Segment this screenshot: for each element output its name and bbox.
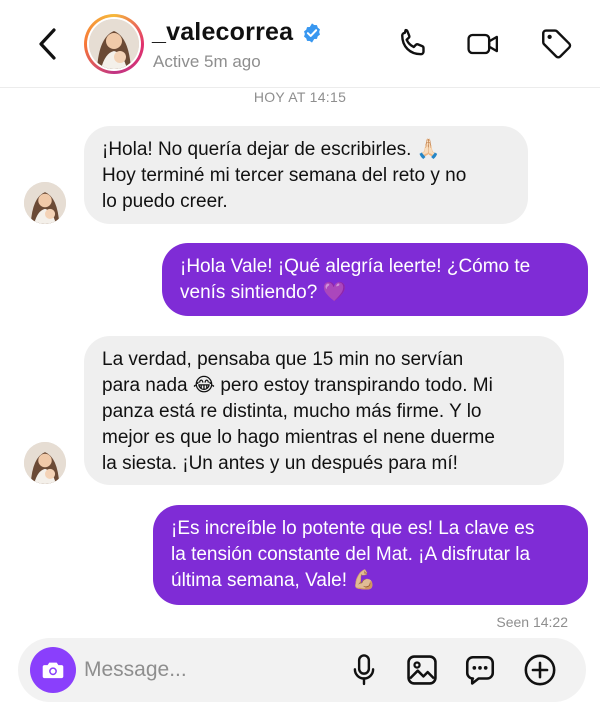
- sticker-icon: [465, 655, 495, 685]
- sender-avatar[interactable]: [24, 442, 66, 484]
- message-bubble-outgoing[interactable]: ¡Es increíble lo potente que es! La clav…: [153, 505, 588, 605]
- message-input[interactable]: [84, 652, 334, 688]
- message-bubble-outgoing[interactable]: ¡Hola Vale! ¡Qué alegría leerte! ¿Cómo t…: [162, 243, 588, 316]
- chat-header: _valecorrea Active 5m ago: [0, 0, 600, 88]
- message-line: ¡Hola! No quería dejar de escribirles. 🙏…: [102, 139, 441, 160]
- message-line: panza está re distinta, mucho más firme.…: [102, 401, 482, 422]
- active-status: Active 5m ago: [153, 52, 261, 71]
- message-bubble-incoming[interactable]: ¡Hola! No quería dejar de escribirles. 🙏…: [84, 126, 528, 224]
- plus-icon: [524, 654, 556, 686]
- more-options-button[interactable]: [522, 652, 558, 688]
- message-line: La verdad, pensaba que 15 min no servían: [102, 349, 464, 370]
- message-line: lo puedo creer.: [102, 191, 228, 212]
- back-button[interactable]: [30, 24, 64, 64]
- call-button[interactable]: [396, 26, 432, 62]
- message-line: mejor es que lo hago mientras el nene du…: [102, 427, 495, 448]
- back-icon: [39, 28, 56, 60]
- video-call-button[interactable]: [466, 26, 502, 62]
- message-line: ¡Hola Vale! ¡Qué alegría leerte! ¿Cómo t…: [180, 256, 531, 277]
- seen-receipt: Seen 14:22: [496, 614, 568, 630]
- message-line: la tensión constante del Mat. ¡A disfrut…: [171, 544, 531, 565]
- tag-icon: [542, 29, 572, 59]
- verified-badge-icon: [304, 22, 321, 43]
- message-composer: [18, 638, 586, 702]
- message-line: última semana, Vale! 💪🏼: [171, 570, 376, 591]
- sender-avatar[interactable]: [24, 182, 66, 224]
- message-line: venís sintiendo? 💜: [180, 282, 347, 303]
- message-bubble-incoming[interactable]: La verdad, pensaba que 15 min no servían…: [84, 336, 564, 485]
- gallery-button[interactable]: [404, 652, 440, 688]
- chat-timestamp: HOY AT 14:15: [253, 89, 347, 105]
- message-line: Hoy terminé mi tercer semana del reto y …: [102, 165, 467, 186]
- phone-icon: [401, 28, 425, 56]
- microphone-icon: [353, 654, 375, 686]
- username[interactable]: _valecorrea: [152, 18, 293, 47]
- message-line: para nada 😂 pero estoy transpirando todo…: [102, 375, 493, 396]
- profile-avatar[interactable]: [84, 14, 144, 74]
- video-icon: [467, 33, 499, 55]
- camera-icon: [42, 662, 64, 679]
- camera-button[interactable]: [30, 647, 76, 693]
- message-line: la siesta. ¡Un antes y un después para m…: [102, 453, 458, 474]
- voice-message-button[interactable]: [346, 652, 382, 688]
- sticker-button[interactable]: [462, 652, 498, 688]
- tag-button[interactable]: [538, 26, 574, 62]
- image-icon: [407, 655, 437, 685]
- message-line: ¡Es increíble lo potente que es! La clav…: [171, 518, 535, 539]
